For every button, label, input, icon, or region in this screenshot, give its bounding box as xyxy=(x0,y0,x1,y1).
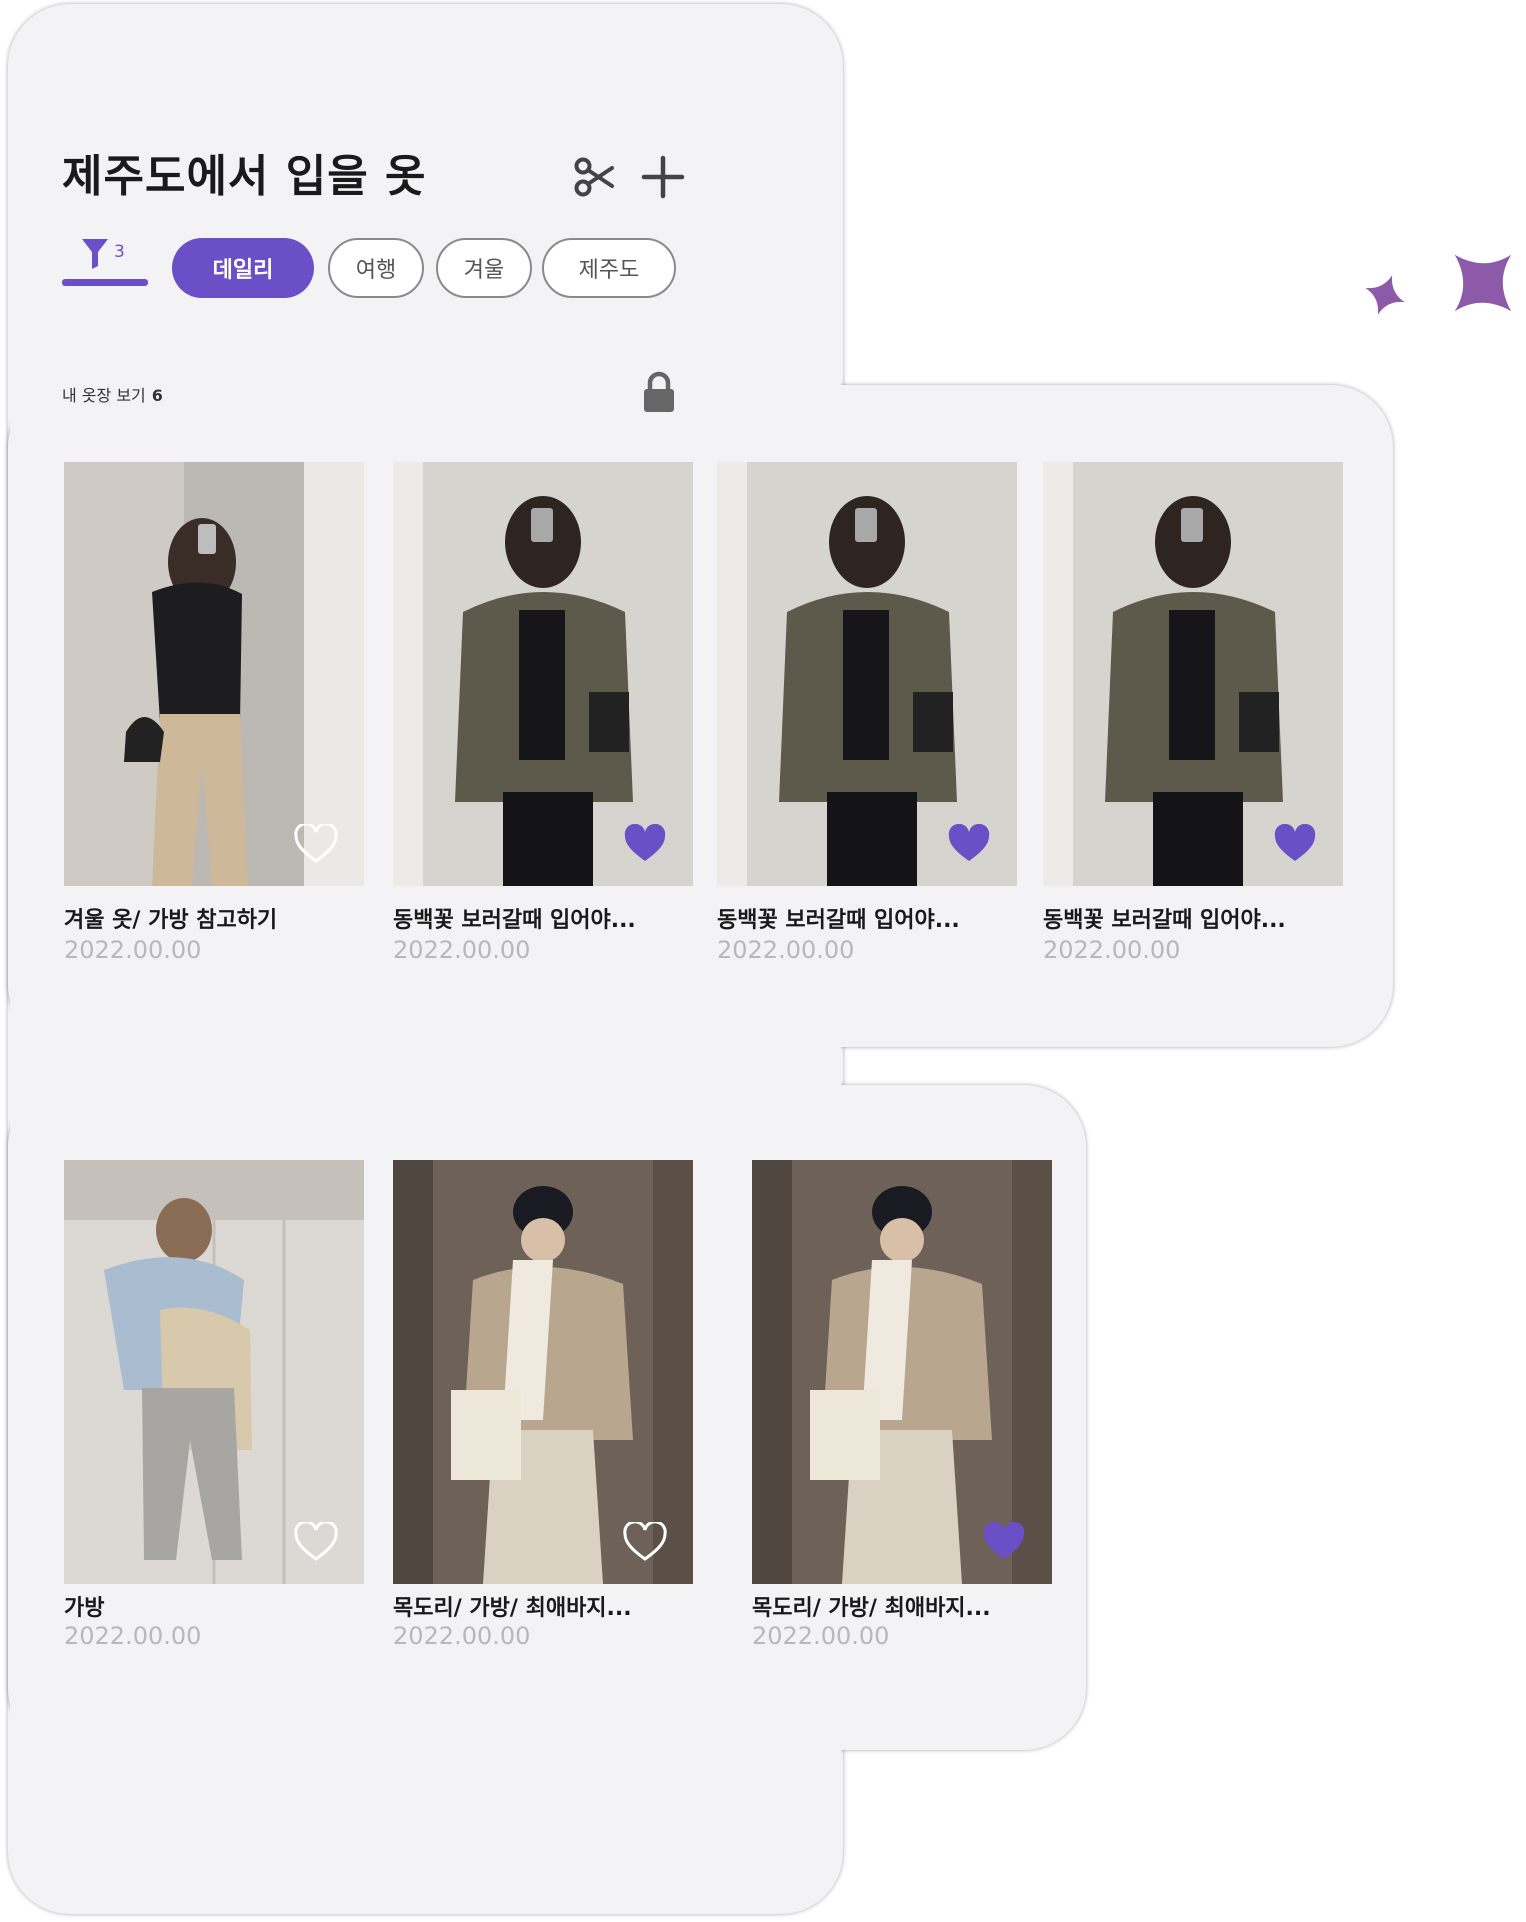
outfit-photo xyxy=(393,462,693,886)
outfit-title: 동백꽃 보러갈때 입어야... xyxy=(1043,908,1286,933)
heart-filled-icon[interactable] xyxy=(947,824,991,864)
chip-daily[interactable]: 데일리 xyxy=(172,238,314,298)
sparkle-small-icon xyxy=(1365,275,1405,315)
outfit-title: 겨울 옷/ 가방 참고하기 xyxy=(64,908,278,933)
outfit-photo xyxy=(64,462,364,886)
heart-outline-icon[interactable] xyxy=(623,1522,667,1562)
heart-outline-icon[interactable] xyxy=(294,1522,338,1562)
outfit-date: 2022.00.00 xyxy=(64,936,202,964)
outfit-date: 2022.00.00 xyxy=(752,1622,890,1650)
funnel-icon xyxy=(82,239,108,269)
scissors-icon[interactable] xyxy=(570,152,620,202)
filter-underline xyxy=(62,279,148,286)
outfit-photo xyxy=(393,1160,693,1584)
outfit-photo xyxy=(752,1160,1052,1584)
outfit-title: 동백꽃 보러갈때 입어야... xyxy=(717,908,960,933)
heart-filled-icon[interactable] xyxy=(1273,824,1317,864)
outfit-date: 2022.00.00 xyxy=(393,936,531,964)
page-title: 제주도에서 입을 옷 xyxy=(62,151,427,202)
outfit-date: 2022.00.00 xyxy=(64,1622,202,1650)
filter-button[interactable]: 3 xyxy=(62,236,148,286)
heart-filled-icon[interactable] xyxy=(623,824,667,864)
outfit-date: 2022.00.00 xyxy=(1043,936,1181,964)
filter-count: 3 xyxy=(114,242,125,262)
heart-filled-icon[interactable] xyxy=(982,1522,1026,1562)
outfit-date: 2022.00.00 xyxy=(717,936,855,964)
chip-travel[interactable]: 여행 xyxy=(328,238,424,298)
outfit-title: 가방 xyxy=(64,1596,105,1621)
outfit-photo xyxy=(717,462,1017,886)
sparkle-large-icon xyxy=(1454,254,1512,312)
outfit-photo xyxy=(64,1160,364,1584)
chip-winter[interactable]: 겨울 xyxy=(436,238,532,298)
lock-icon[interactable] xyxy=(641,370,677,414)
plus-icon[interactable] xyxy=(638,152,688,202)
outfit-photo xyxy=(1043,462,1343,886)
outfit-title: 목도리/ 가방/ 최애바지... xyxy=(393,1596,632,1621)
section-count: 6 xyxy=(151,386,163,405)
outfit-title: 동백꽃 보러갈때 입어야... xyxy=(393,908,636,933)
chip-jeju[interactable]: 제주도 xyxy=(542,238,676,298)
outfit-title: 목도리/ 가방/ 최애바지... xyxy=(752,1596,991,1621)
section-label-text: 내 옷장 보기 xyxy=(62,386,146,405)
section-label[interactable]: 내 옷장 보기 6 xyxy=(62,382,163,406)
outfit-date: 2022.00.00 xyxy=(393,1622,531,1650)
heart-outline-icon[interactable] xyxy=(294,824,338,864)
